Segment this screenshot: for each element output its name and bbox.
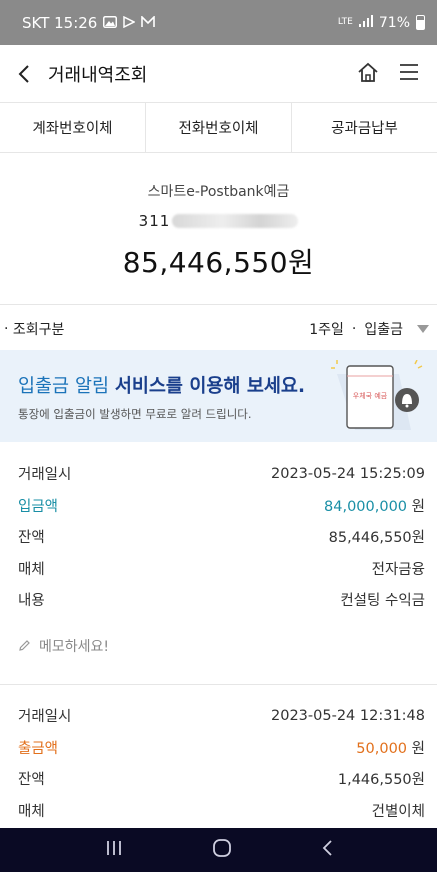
deposit-amount: 84,000,000 원 [324,495,425,516]
mail-notification-icon [141,14,156,30]
transaction-balance-row: 잔액 1,446,550원 [18,763,425,795]
balance-value: 85,446,550원 [328,530,425,547]
transaction-item[interactable]: 거래일시 2023-05-24 15:25:09 입금액 84,000,000 … [0,458,437,656]
transaction-balance-row: 잔액 85,446,550원 [18,521,425,553]
recent-apps-icon [106,841,121,855]
date-value: 2023-05-24 15:25:09 [271,465,425,482]
play-notification-icon [123,15,137,30]
tab-utility-payment[interactable]: 공과금납부 [291,103,437,152]
bankbook-label: 우체국 예금 [353,391,388,400]
home-icon [358,62,378,82]
transaction-item[interactable]: 거래일시 2023-05-24 12:31:48 출금액 50,000 원 잔액… [0,700,437,826]
content-value: 컨설팅 수익금 [340,593,425,610]
transaction-date-row: 거래일시 2023-05-24 12:31:48 [18,700,425,732]
withdrawal-amount: 50,000 원 [356,737,425,758]
account-name: 스마트e-Postbank예금 [147,184,290,200]
bankbook-bell-illustration: 우체국 예금 [331,360,423,430]
recent-apps-button[interactable] [105,840,123,860]
filter-bullet: · [4,321,13,337]
transaction-content-row: 내용 컨설팅 수익금 [18,584,425,616]
date-label: 거래일시 [18,709,72,726]
hamburger-menu-icon [400,63,418,80]
transaction-divider [0,684,437,685]
banner-title-part1: 입출금 알림 [18,376,115,397]
gallery-notification-icon [103,15,118,30]
banner-title: 입출금 알림 서비스를 이용해 보세요. [18,372,305,398]
date-label: 거래일시 [18,467,72,484]
home-nav-button[interactable] [212,838,232,862]
back-arrow-icon [322,840,332,856]
transaction-channel-row: 매체 전자금융 [18,553,425,585]
amount-unit: 원 [411,498,425,515]
withdrawal-label: 출금액 [18,740,59,757]
inquiry-filter[interactable]: · 조회구분 1주일 · 입출금 [0,314,437,344]
transaction-amount-row: 입금액 84,000,000 원 [18,490,425,522]
battery-icon [416,15,425,30]
battery-percent: 71% [378,14,410,31]
content-label: 내용 [18,593,45,610]
back-nav-button[interactable] [321,839,333,861]
back-button[interactable] [12,59,36,89]
account-number-redacted [172,214,299,228]
system-navigation-bar [0,828,437,872]
amount-unit: 원 [411,740,425,757]
chevron-left-icon [18,64,29,83]
notification-service-banner[interactable]: 입출금 알림 서비스를 이용해 보세요. 통장에 입출금이 발생하면 무료로 알… [0,350,437,442]
page-title: 거래내역조회 [48,64,148,86]
withdrawal-amount-value: 50,000 [356,740,408,757]
pencil-icon [19,640,30,651]
balance-label: 잔액 [18,772,45,789]
channel-label: 매체 [18,561,45,578]
status-bar: SKT 15:26 LTE 71% [0,0,437,45]
filter-type-bullet: · [351,321,357,337]
home-button[interactable] [357,61,379,87]
app-header: 거래내역조회 [0,45,437,103]
transaction-amount-row: 출금액 50,000 원 [18,732,425,764]
network-type: LTE [337,17,353,27]
home-circle-icon [212,839,231,857]
banner-subtitle: 통장에 입출금이 발생하면 무료로 알려 드립니다. [18,407,252,421]
filter-type: 입출금 [364,322,403,338]
channel-label: 매체 [18,803,45,820]
deposit-amount-value: 84,000,000 [324,498,408,515]
balance-value: 1,446,550원 [337,772,425,789]
dropdown-caret-icon[interactable] [417,325,429,333]
balance-label: 잔액 [18,530,45,547]
transaction-channel-row: 매체 건별이체 [18,795,425,827]
memo-button[interactable]: 메모하세요! [18,636,425,656]
channel-value: 전자금융 [371,561,425,578]
signal-icon [358,14,373,31]
account-number: 311 [0,211,437,231]
account-summary: 스마트e-Postbank예금 311 85,446,550원 [0,153,437,305]
filter-period: 1주일 [309,322,344,338]
tab-account-transfer[interactable]: 계좌번호이체 [0,103,145,152]
quick-action-tabs: 계좌번호이체 전화번호이체 공과금납부 [0,103,437,153]
account-balance: 85,446,550원 [122,246,315,279]
memo-placeholder: 메모하세요! [39,638,110,655]
account-number-prefix: 311 [138,212,171,230]
filter-label: 조회구분 [12,322,65,338]
deposit-label: 입금액 [18,498,59,515]
tab-phone-transfer[interactable]: 전화번호이체 [145,103,291,152]
transaction-date-row: 거래일시 2023-05-24 15:25:09 [18,458,425,490]
channel-value: 건별이체 [371,803,425,820]
banner-title-part2: 서비스를 이용해 보세요. [114,376,305,397]
carrier-time: SKT 15:26 [22,13,98,32]
menu-button[interactable] [399,63,419,85]
date-value: 2023-05-24 12:31:48 [271,707,425,724]
